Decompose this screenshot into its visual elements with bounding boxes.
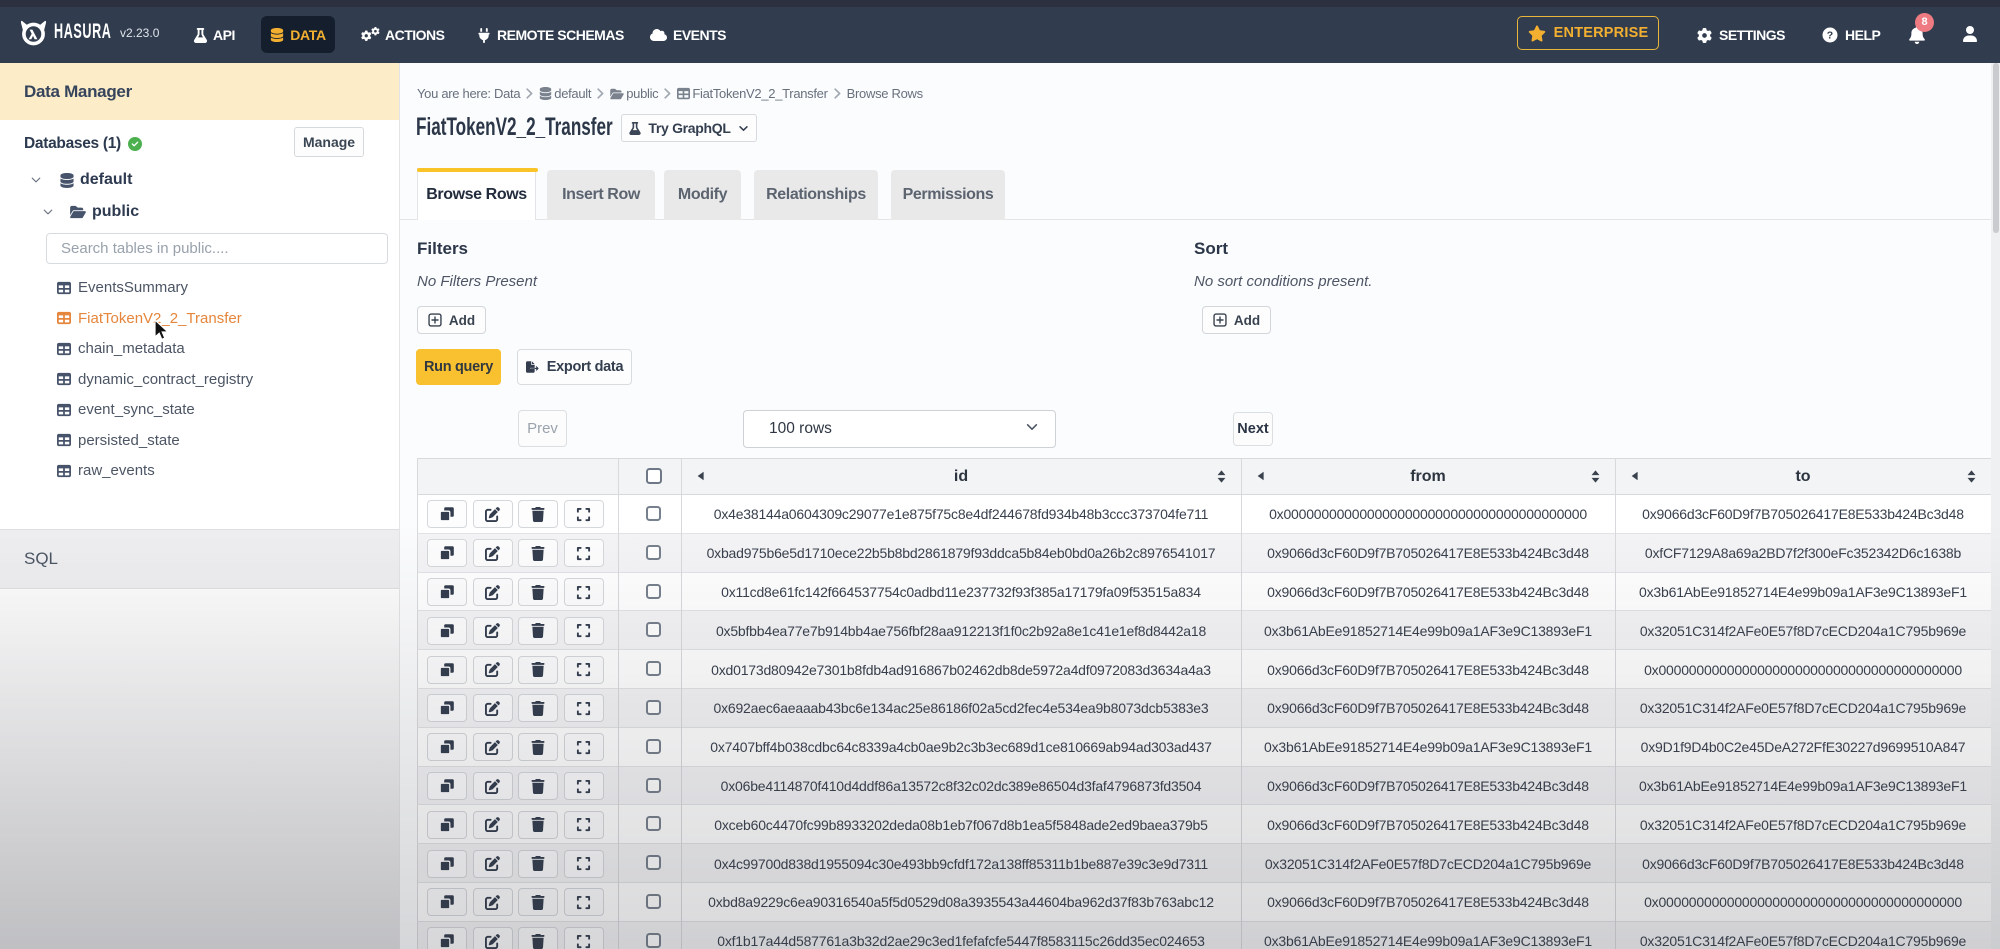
svg-text:?: ? <box>1827 30 1833 42</box>
